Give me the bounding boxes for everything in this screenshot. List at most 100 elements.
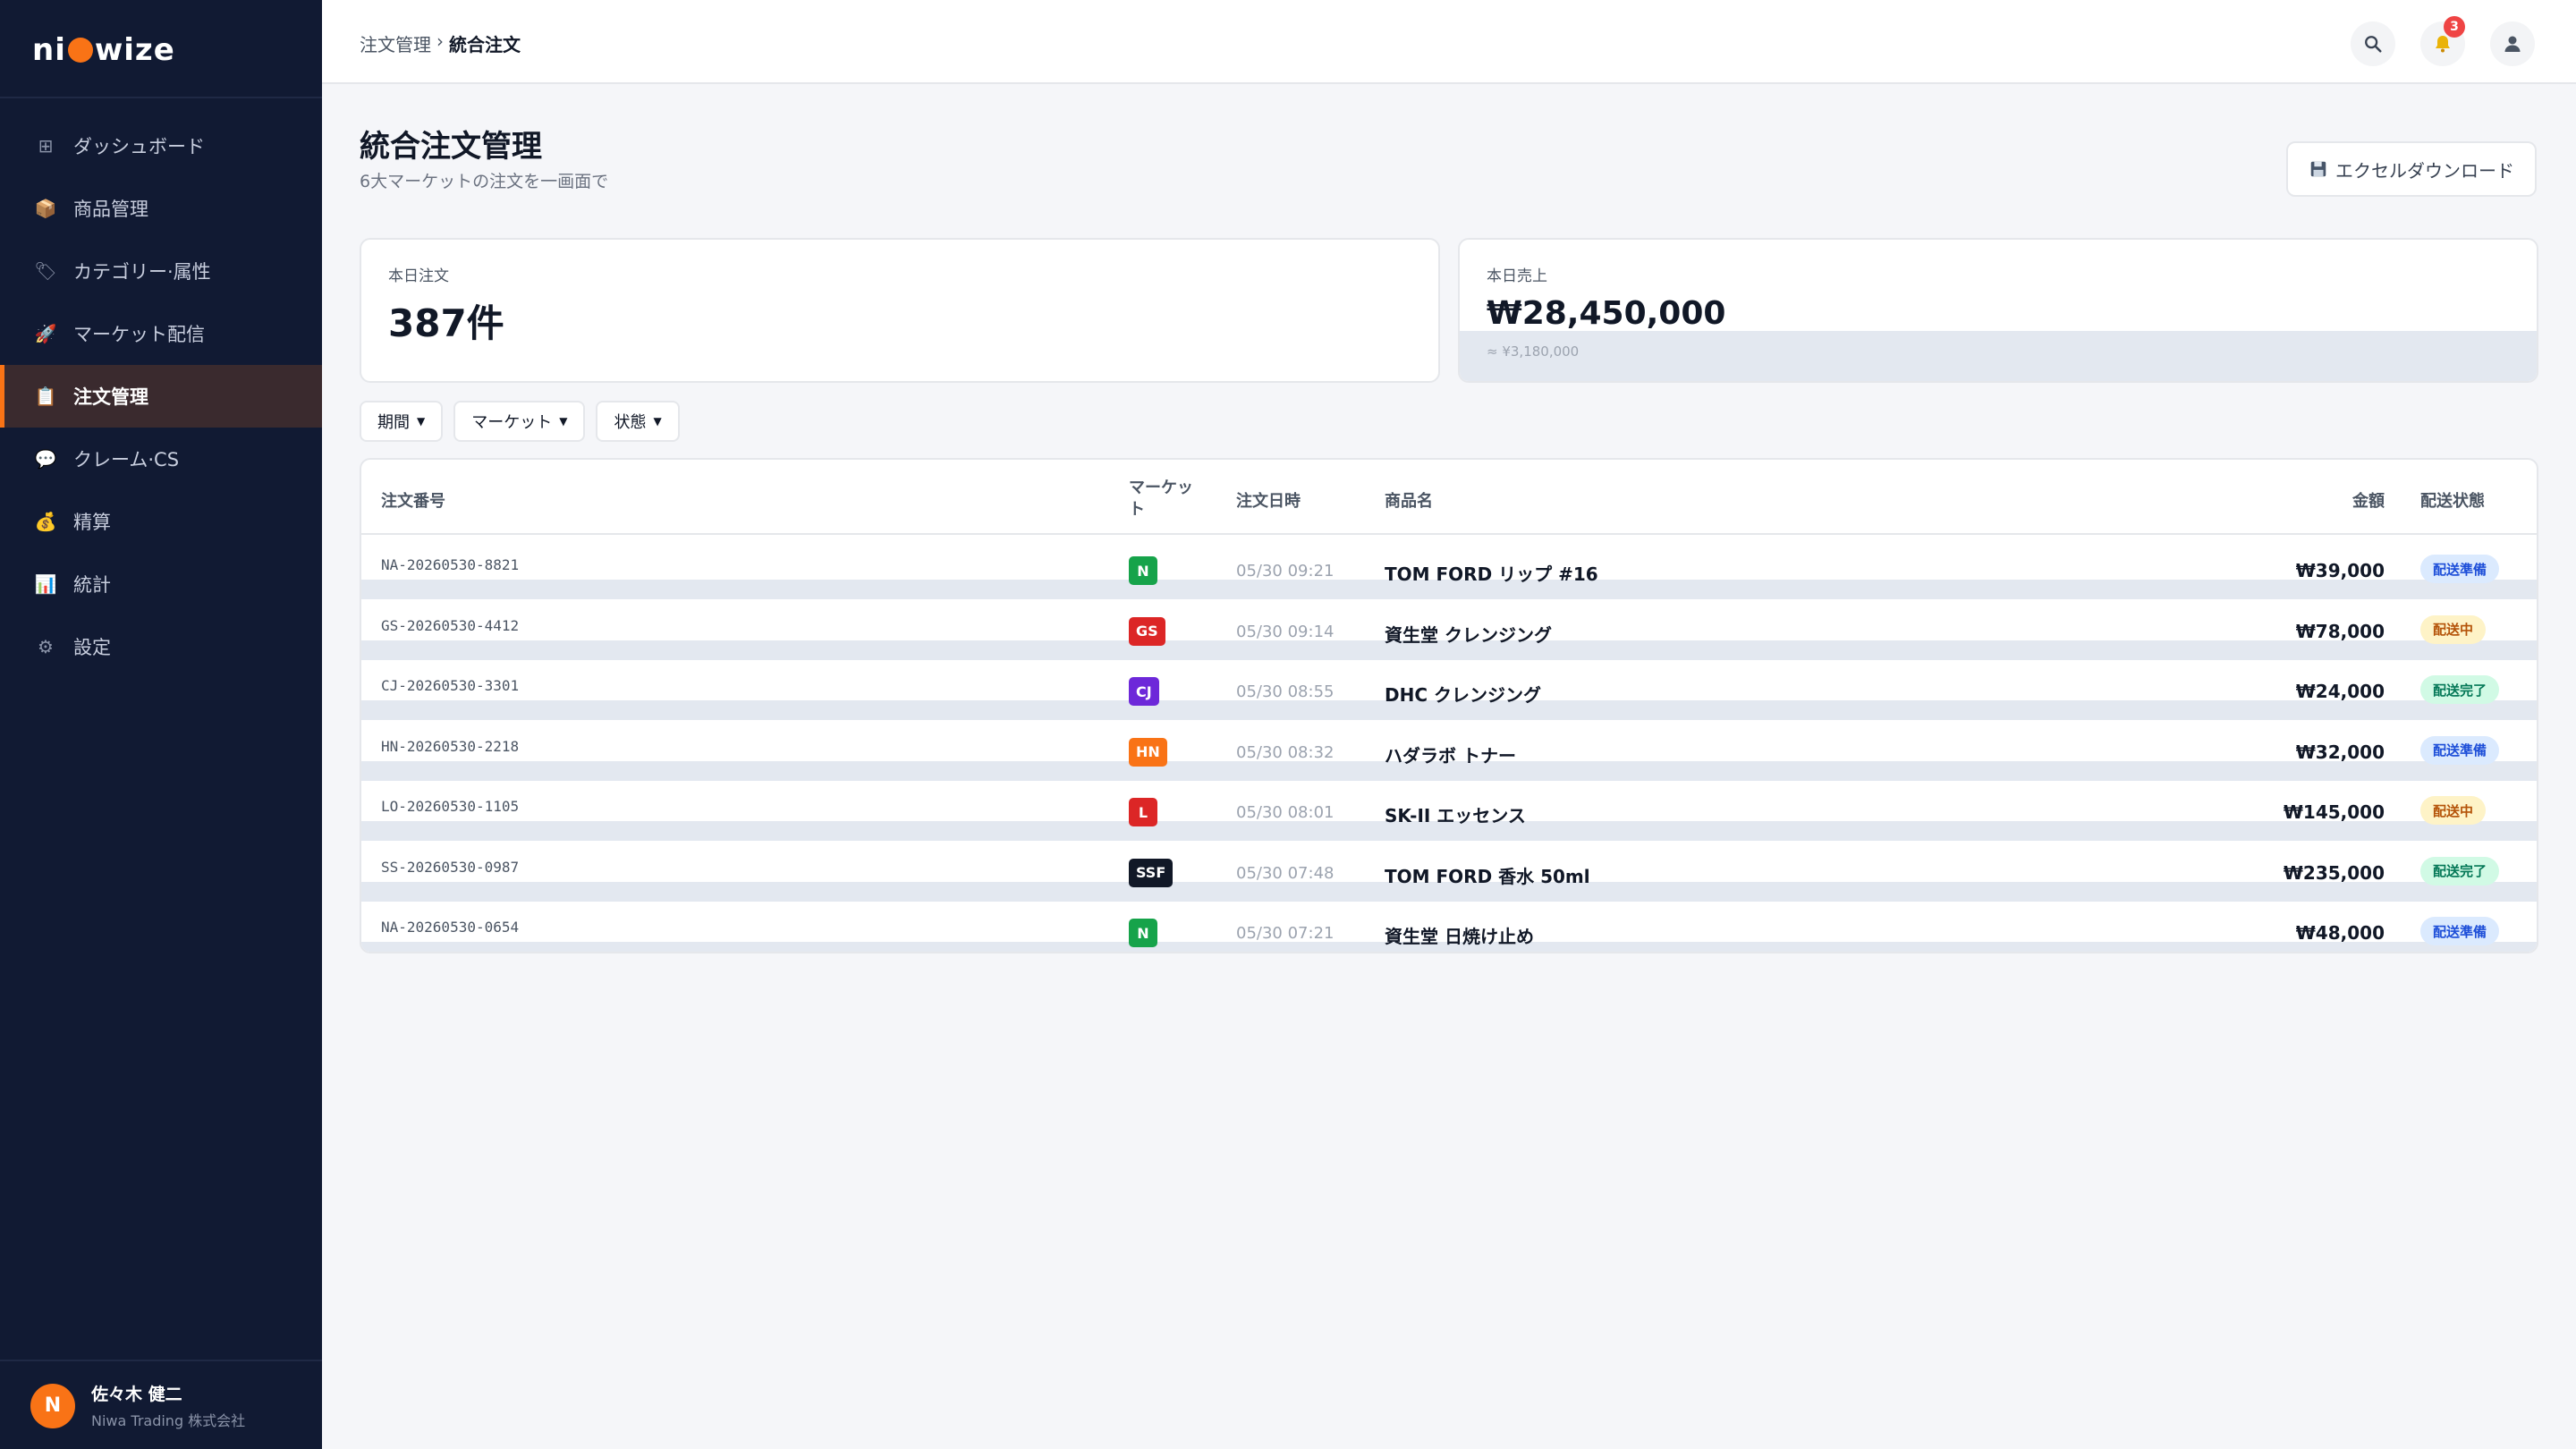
- user-name: 佐々木 健二: [91, 1385, 182, 1404]
- sidebar-item-label: 統計: [73, 574, 111, 596]
- order-number[interactable]: SS-20260530-0987: [381, 859, 519, 876]
- sidebar-item-4[interactable]: 📋 注文管理: [0, 365, 322, 428]
- col-product[interactable]: 商品名: [1385, 488, 1433, 512]
- sidebar-divider: [0, 97, 322, 98]
- market-badge: N: [1129, 556, 1157, 585]
- table-row[interactable]: HN-20260530-2218 HN 05/30 08:32 ハダラボ トナー ₩32…: [361, 720, 2537, 781]
- save-icon: [2310, 161, 2326, 177]
- money-bag-icon: 💰: [34, 511, 57, 532]
- search-icon: [2365, 36, 2382, 53]
- status-badge: 配送準備: [2420, 555, 2500, 583]
- sidebar-item-label: 精算: [73, 512, 111, 533]
- sidebar-item-5[interactable]: 💬 クレーム·CS: [0, 428, 322, 490]
- col-market-line2: ト: [1129, 500, 1145, 519]
- profile-button[interactable]: [2490, 21, 2535, 66]
- sidebar-item-label: 注文管理: [73, 386, 148, 408]
- stat-sales-value: ₩28,450,000: [1487, 295, 1726, 332]
- breadcrumb-parent[interactable]: 注文管理: [360, 30, 431, 56]
- sidebar-item-label: ダッシュボード: [73, 136, 205, 157]
- logo-text-right: wize: [94, 32, 175, 68]
- sidebar-item-label: 設定: [73, 637, 111, 658]
- orders-table: 注文番号 マーケッ ト 注文日時 商品名 金額 配送状態 NA-20260530…: [360, 458, 2538, 953]
- rocket-icon: 🚀: [34, 323, 57, 344]
- breadcrumb-current: 統合注文: [449, 34, 521, 55]
- status-badge: 配送完了: [2420, 856, 2500, 886]
- filter-period-dropdown[interactable]: 期間 ▼: [360, 401, 444, 442]
- filter-status-label: 状態: [614, 413, 647, 432]
- order-number[interactable]: LO-20260530-1105: [381, 798, 519, 815]
- filter-status-dropdown[interactable]: 状態 ▼: [596, 401, 680, 442]
- chat-icon: 💬: [34, 448, 57, 470]
- grid-icon: ⊞: [38, 135, 54, 157]
- order-number[interactable]: NA-20260530-0654: [381, 919, 519, 936]
- excel-download-label: エクセルダウンロード: [2335, 159, 2514, 182]
- app-logo[interactable]: ni wize: [32, 32, 175, 68]
- sidebar-nav: ⊞ ダッシュボード 📦 商品管理 🏷 カテゴリー·属性 🚀 マーケット配信 📋 注文管理 💬 クレーム…: [0, 114, 322, 678]
- table-header: 注文番号 マーケッ ト 注文日時 商品名 金額 配送状態: [361, 460, 2537, 535]
- sidebar-item-1[interactable]: 📦 商品管理: [0, 177, 322, 240]
- table-row[interactable]: NA-20260530-0654 N 05/30 07:21 資生堂 日焼け止め ₩48…: [361, 901, 2537, 952]
- sidebar-item-2[interactable]: 🏷 カテゴリー·属性: [0, 240, 322, 302]
- clipboard-icon: 📋: [34, 386, 57, 407]
- sidebar-item-6[interactable]: 💰 精算: [0, 490, 322, 553]
- notification-button[interactable]: 3: [2420, 16, 2465, 66]
- table-row[interactable]: NA-20260530-8821 N 05/30 09:21 TOM FORD リップ…: [361, 538, 2537, 599]
- product-name: DHC クレンジング: [1385, 684, 1541, 706]
- stat-sales-band: [1460, 331, 2537, 381]
- order-number[interactable]: NA-20260530-8821: [381, 556, 519, 573]
- status-badge: 配送中: [2420, 614, 2487, 644]
- user-profile[interactable]: N 佐々木 健二 Niwa Trading 株式会社: [30, 1381, 245, 1430]
- stat-orders-value: 387件: [388, 301, 504, 345]
- col-date[interactable]: 注文日時: [1236, 488, 1301, 512]
- notification-badge: 3: [2444, 16, 2465, 38]
- order-amount: ₩32,000: [2295, 741, 2385, 763]
- filter-market-dropdown[interactable]: マーケット ▼: [453, 401, 586, 442]
- tag-icon: 🏷: [34, 260, 57, 282]
- order-date: 05/30 08:32: [1236, 742, 1335, 762]
- sidebar-item-label: 商品管理: [73, 199, 148, 220]
- user-company: Niwa Trading 株式会社: [91, 1412, 246, 1429]
- order-number[interactable]: GS-20260530-4412: [381, 617, 519, 634]
- table-row[interactable]: GS-20260530-4412 GS 05/30 09:14 資生堂 クレンジング ₩…: [361, 599, 2537, 660]
- order-number[interactable]: CJ-20260530-3301: [381, 677, 519, 694]
- sidebar-footer-divider: [0, 1360, 322, 1361]
- breadcrumb: 注文管理 › 統合注文: [360, 30, 521, 56]
- top-bar: 注文管理 › 統合注文 3: [322, 0, 2576, 84]
- order-amount: ₩145,000: [2283, 801, 2385, 823]
- table-row[interactable]: CJ-20260530-3301 CJ 05/30 08:55 DHC クレンジング ₩…: [361, 659, 2537, 720]
- product-name: 資生堂 クレンジング: [1385, 623, 1552, 646]
- stat-sales-label: 本日売上: [1487, 267, 1547, 285]
- status-badge: 配送完了: [2420, 675, 2500, 704]
- sidebar-item-0[interactable]: ⊞ ダッシュボード: [0, 114, 322, 177]
- col-amount[interactable]: 金額: [2352, 488, 2385, 512]
- product-name: TOM FORD 香水 50ml: [1385, 865, 1590, 887]
- filter-bar: 期間 ▼ マーケット ▼ 状態 ▼: [360, 401, 680, 442]
- page-subtitle: 6大マーケットの注文を一画面で: [360, 172, 609, 191]
- table-row[interactable]: SS-20260530-0987 SSF 05/30 07:48 TOM FORD 香…: [361, 841, 2537, 902]
- sidebar-item-label: マーケット配信: [73, 324, 205, 345]
- order-amount: ₩78,000: [2295, 620, 2385, 642]
- col-market[interactable]: マーケッ ト: [1129, 478, 1193, 521]
- filter-period-label: 期間: [377, 413, 410, 432]
- market-badge: SSF: [1129, 858, 1174, 887]
- col-order-no[interactable]: 注文番号: [381, 488, 445, 512]
- search-button[interactable]: [2351, 21, 2395, 66]
- filter-market-label: マーケット: [471, 413, 553, 432]
- col-market-line1: マーケッ: [1129, 479, 1193, 497]
- table-row[interactable]: LO-20260530-1105 L 05/30 08:01 SK-II エッセンス ₩…: [361, 780, 2537, 841]
- sidebar-item-3[interactable]: 🚀 マーケット配信: [0, 302, 322, 365]
- user-icon: [2504, 36, 2521, 52]
- sidebar-item-8[interactable]: ⚙ 設定: [0, 615, 322, 678]
- sidebar-item-7[interactable]: 📊 統計: [0, 553, 322, 615]
- product-name: ハダラボ トナー: [1385, 744, 1516, 767]
- order-date: 05/30 08:01: [1236, 803, 1335, 822]
- order-number[interactable]: HN-20260530-2218: [381, 738, 519, 755]
- col-status[interactable]: 配送状態: [2420, 488, 2485, 512]
- product-name: TOM FORD リップ #16: [1385, 564, 1598, 585]
- breadcrumb-separator: ›: [436, 30, 444, 52]
- market-badge: CJ: [1129, 677, 1159, 706]
- order-date: 05/30 07:48: [1236, 863, 1335, 883]
- excel-download-button[interactable]: エクセルダウンロード: [2286, 141, 2537, 197]
- order-date: 05/30 08:55: [1236, 682, 1335, 701]
- logo-text-left: ni: [32, 32, 66, 68]
